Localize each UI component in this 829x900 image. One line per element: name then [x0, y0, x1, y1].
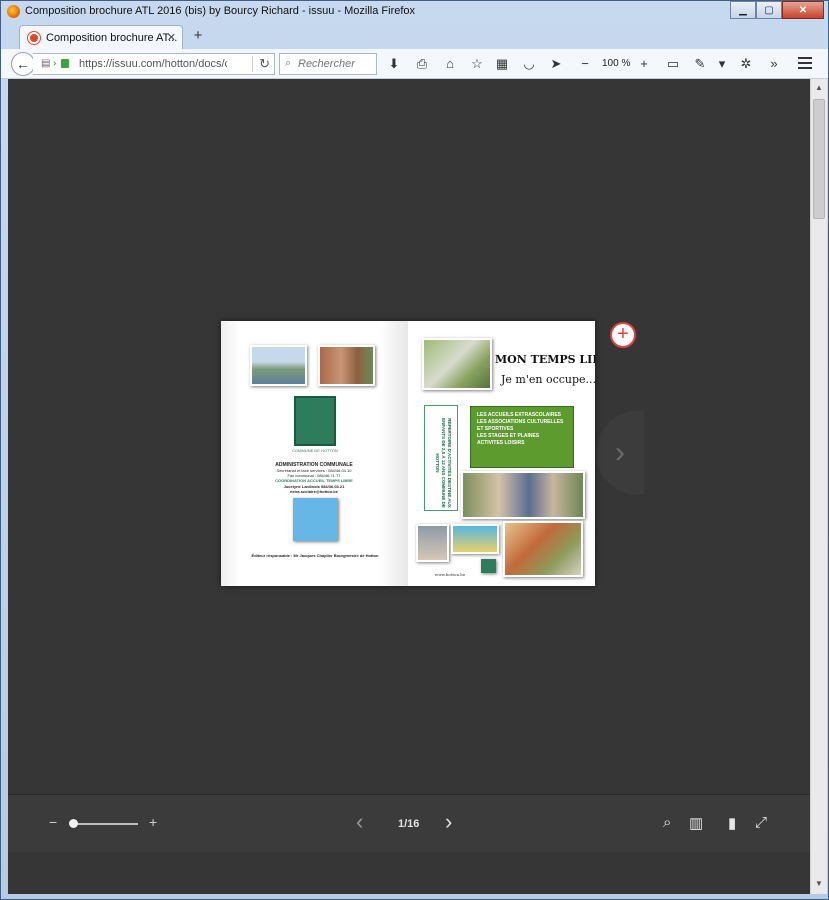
scroll-thumb[interactable] — [813, 99, 825, 219]
browser-window: Composition brochure ATL 2016 (bis) by B… — [0, 0, 829, 900]
site-identity-icon[interactable]: ▤ — [41, 58, 50, 69]
children-photo-top — [422, 338, 492, 390]
activities-list-box: LES ACCUEILS EXTRASCOLAIRES LES ASSOCIAT… — [470, 406, 574, 468]
list-item: ACTIVITES LOISIRS — [477, 440, 525, 446]
coord-email: extra.scolaire@hotton.be — [290, 489, 338, 494]
search-bar[interactable]: ⌕ — [279, 53, 377, 75]
zoom-slider-track[interactable] — [70, 823, 138, 825]
dropdown-icon[interactable]: ▾ — [713, 55, 731, 73]
firefox-icon — [7, 5, 20, 18]
child-photo-2 — [451, 524, 499, 554]
zoom-out-button[interactable]: − — [49, 814, 57, 830]
reload-button[interactable]: ↻ — [252, 56, 270, 72]
previous-page-button[interactable]: ‹ — [356, 809, 363, 835]
river-photo — [250, 345, 307, 386]
reading-list-icon[interactable]: ▦ — [493, 55, 511, 73]
title-bar: Composition brochure ATL 2016 (bis) by B… — [1, 1, 828, 23]
pocket-icon[interactable]: ◡ — [520, 55, 538, 73]
bookmark-star-icon[interactable]: ☆ — [468, 55, 486, 73]
zoom-level[interactable]: 100 % — [602, 58, 630, 69]
zoom-slider-handle[interactable] — [69, 819, 78, 828]
viewer-controls: − + ‹ 1/16 › ⌕ ▥ ▮ ⤢ — [8, 794, 810, 852]
issuu-viewer: COMMUNE DE HOTTON ADMINISTRATION COMMUNA… — [8, 79, 810, 894]
search-icon: ⌕ — [285, 57, 292, 69]
editor-line: Éditeur responsable : Mr Jacques Chaplie… — [251, 553, 379, 558]
vertical-text: RÉPERTOIRE D'ACTIVITÉS DESTINÉ AUX ENFAN… — [435, 418, 452, 508]
page-icon[interactable]: ▮ — [728, 814, 736, 832]
website-label: www.hotton.be — [434, 572, 466, 577]
addon-icon[interactable]: ✎ — [691, 55, 709, 73]
close-window-button[interactable]: ✕ — [782, 1, 824, 19]
brochure-title-line-1: MON TEMPS LIBRE, — [495, 353, 595, 366]
list-item: LES ASSOCIATIONS CULTURELLES — [477, 419, 564, 425]
tab-strip: Composition brochure AT... ✕ + — [1, 23, 828, 50]
overflow-menu-button[interactable]: » — [765, 55, 783, 73]
settings-gear-icon[interactable]: ✲ — [737, 55, 755, 73]
minimize-button[interactable]: ▁ — [730, 1, 756, 19]
issuu-favicon-icon — [28, 32, 40, 44]
scroll-down-icon[interactable]: ▼ — [815, 879, 823, 888]
tab-issuu[interactable]: Composition brochure AT... ✕ — [19, 25, 183, 50]
back-button[interactable]: ← — [11, 52, 35, 76]
zoom-in-button[interactable]: + — [149, 814, 157, 830]
maximize-button[interactable]: ▢ — [756, 1, 782, 19]
zoom-in-button[interactable]: + — [635, 55, 653, 73]
vertical-text-box: RÉPERTOIRE D'ACTIVITÉS DESTINÉ AUX ENFAN… — [424, 405, 458, 511]
search-icon[interactable]: ⌕ — [663, 814, 671, 831]
viewer-footer — [8, 852, 810, 894]
extension-icon[interactable]: ▭ — [664, 55, 682, 73]
window-controls: ▁ ▢ ✕ — [730, 1, 824, 19]
extrascolaire-logo — [293, 498, 338, 541]
add-to-stack-button[interactable]: + — [610, 322, 636, 348]
brochure-title-line-2: Je m'en occupe... — [501, 373, 595, 386]
window-title: Composition brochure ATL 2016 (bis) by B… — [25, 5, 416, 17]
new-tab-button[interactable]: + — [189, 27, 207, 44]
list-item: LES STAGES ET PLAINES — [477, 433, 540, 439]
navigation-toolbar: ← ▤ › https://issuu.com/hotton/docs/cor … — [1, 49, 828, 79]
page-scrollbar[interactable]: ▲ ▼ — [810, 79, 827, 894]
print-icon[interactable]: ⎙ — [413, 55, 431, 73]
lock-icon — [61, 59, 69, 68]
commune-logo — [294, 396, 336, 446]
commune-logo-small — [481, 559, 496, 573]
list-item: ET SPORTIVES — [477, 426, 514, 432]
fullscreen-icon[interactable]: ⤢ — [755, 814, 767, 831]
url-bar[interactable]: ▤ › https://issuu.com/hotton/docs/cor ↻ — [33, 53, 275, 75]
next-page-overlay[interactable]: › — [596, 411, 644, 495]
scroll-up-icon[interactable]: ▲ — [815, 83, 823, 92]
list-item: LES ACCUEILS EXTRASCOLAIRES — [477, 412, 561, 418]
chevron-right-icon: › — [53, 58, 57, 69]
download-icon[interactable]: ⬇ — [385, 55, 403, 73]
search-input[interactable] — [298, 56, 374, 72]
child-photo-1 — [416, 524, 449, 562]
group-photo — [461, 471, 585, 519]
crafts-photo — [503, 521, 583, 577]
next-page-button[interactable]: › — [445, 809, 452, 835]
thumbnails-icon[interactable]: ▥ — [689, 814, 703, 832]
send-icon[interactable]: ➤ — [547, 55, 565, 73]
url-text[interactable]: https://issuu.com/hotton/docs/cor — [79, 58, 227, 70]
coord-title: COORDINATION ACCUEIL TEMPS LIBRE — [275, 478, 353, 483]
zoom-out-button[interactable]: − — [576, 55, 594, 73]
document-page-spread[interactable]: COMMUNE DE HOTTON ADMINISTRATION COMMUNA… — [221, 321, 595, 586]
hamburger-menu-icon[interactable] — [798, 57, 812, 72]
building-photo — [318, 345, 375, 386]
page-indicator: 1/16 — [398, 818, 420, 830]
tab-label: Composition brochure AT... — [46, 32, 178, 44]
home-icon[interactable]: ⌂ — [441, 55, 459, 73]
commune-label: COMMUNE DE HOTTON — [292, 448, 338, 453]
tab-close-icon[interactable]: ✕ — [167, 31, 176, 44]
